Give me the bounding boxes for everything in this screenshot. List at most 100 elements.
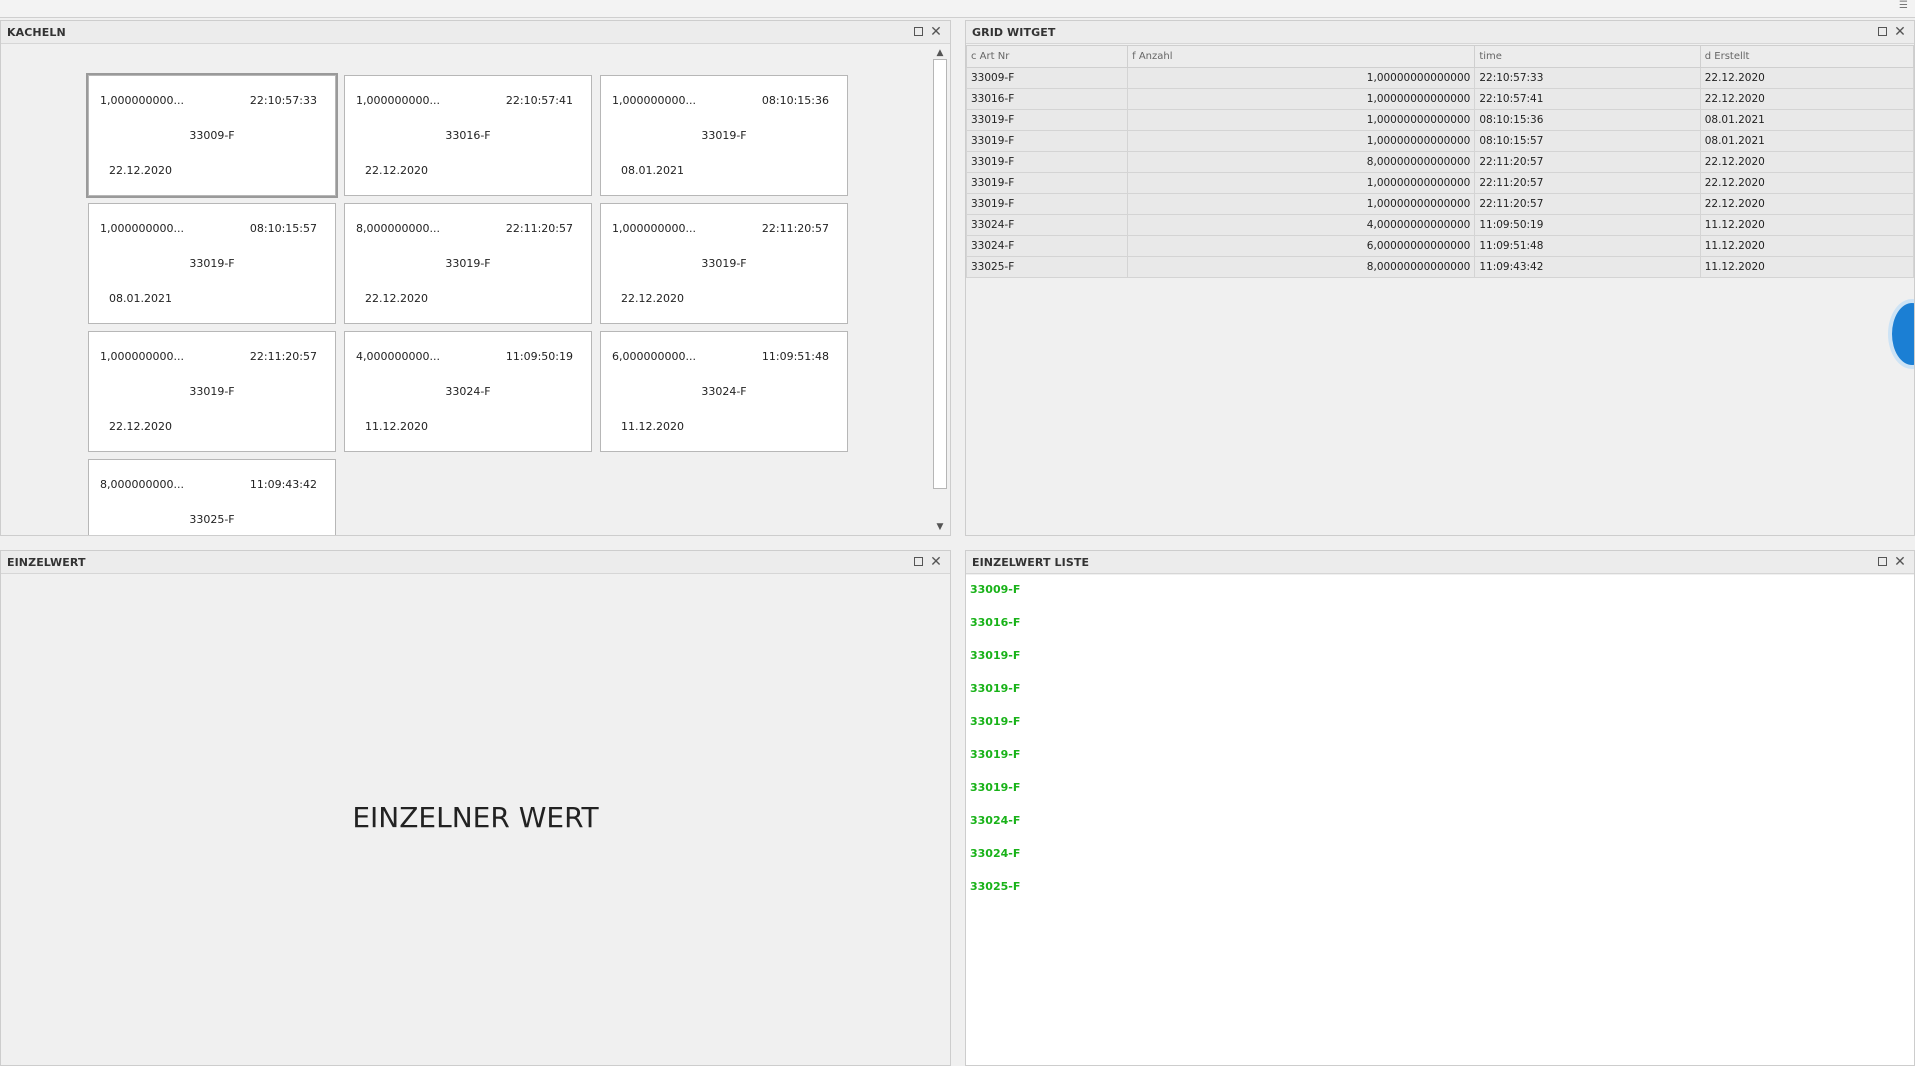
- column-header-art-nr[interactable]: c Art Nr: [966, 45, 1129, 68]
- maximize-icon[interactable]: [912, 556, 924, 568]
- tile-value: 1,000000000...: [100, 222, 184, 235]
- tile-time: 22:11:20:57: [761, 222, 829, 235]
- list-item[interactable]: 33019-F: [970, 715, 1020, 728]
- liste-header: EINZELWERT LISTE ✕: [966, 551, 1914, 574]
- tile-time: 08:10:15:57: [249, 222, 317, 235]
- vertical-scrollbar[interactable]: ▲ ▼: [932, 45, 948, 535]
- column-header-anzahl[interactable]: f Anzahl: [1127, 45, 1476, 68]
- tile[interactable]: 1,000000000... 08:10:15:57 33019-F 08.01.20…: [88, 203, 336, 324]
- cell-anzahl: 1,00000000000000: [1127, 88, 1476, 110]
- scroll-up-icon[interactable]: ▲: [934, 47, 946, 59]
- close-icon[interactable]: ✕: [930, 555, 942, 569]
- table-row[interactable]: 33024-F 6,00000000000000 11:09:51:48 11.12.…: [966, 235, 1914, 257]
- tile[interactable]: 8,000000000...11:09:43:4233025-F11.12.20…: [88, 459, 336, 535]
- tiles-area: 1,000000000... 22:10:57:33 33009-F 22.12.20…: [1, 45, 931, 535]
- cell-erstellt: 08.01.2021: [1699, 109, 1914, 131]
- table-row[interactable]: 33016-F 1,00000000000000 22:10:57:41 22.12.…: [966, 88, 1914, 110]
- cell-time: 22:11:20:57: [1474, 151, 1701, 173]
- list-item[interactable]: 33024-F: [970, 847, 1020, 860]
- tile-value: 8,000000000...: [356, 222, 440, 235]
- cell-time: 08:10:15:36: [1474, 109, 1701, 131]
- tile-date: 22.12.2020: [365, 292, 428, 305]
- tile-time: 11:09:50:19: [505, 350, 573, 363]
- list-item[interactable]: 33016-F: [970, 616, 1020, 629]
- tile-time: 08:10:15:36: [761, 94, 829, 107]
- menu-icon[interactable]: ☰: [1899, 1, 1911, 11]
- tile-time: 22:10:57:33: [249, 94, 317, 107]
- scroll-thumb[interactable]: [933, 59, 947, 489]
- column-header-erstellt[interactable]: d Erstellt: [1699, 45, 1914, 68]
- tile-value: 1,000000000...: [612, 94, 696, 107]
- tile-time: 22:11:20:57: [505, 222, 573, 235]
- tile-value: 1,000000000...: [612, 222, 696, 235]
- tile-date: 08.01.2021: [109, 292, 172, 305]
- table-row[interactable]: 33019-F 1,00000000000000 08:10:15:36 08.01.…: [966, 109, 1914, 131]
- list-item[interactable]: 33025-F: [970, 880, 1020, 893]
- list-item[interactable]: 33009-F: [970, 583, 1020, 596]
- cell-erstellt: 11.12.2020: [1699, 256, 1914, 278]
- liste-panel: EINZELWERT LISTE ✕ 33009-F 33016-F 33019-F…: [965, 550, 1915, 1066]
- cell-art-nr: 33024-F: [966, 214, 1129, 236]
- floating-action-button[interactable]: [1888, 299, 1914, 369]
- cell-anzahl: 8,00000000000000: [1127, 256, 1476, 278]
- grid-panel: GRID WITGET ✕ c Art Nr f Anzahl time d E…: [965, 20, 1915, 536]
- maximize-icon[interactable]: [1876, 26, 1888, 38]
- scroll-down-icon[interactable]: ▼: [934, 521, 946, 533]
- tile[interactable]: 8,000000000... 22:11:20:57 33019-F 22.12.20…: [344, 203, 592, 324]
- cell-time: 11:09:51:48: [1474, 235, 1701, 257]
- cell-erstellt: 11.12.2020: [1699, 214, 1914, 236]
- list-item[interactable]: 33019-F: [970, 682, 1020, 695]
- maximize-icon[interactable]: [1876, 556, 1888, 568]
- table-row[interactable]: 33019-F 1,00000000000000 22:11:20:57 22.12.…: [966, 172, 1914, 194]
- list-item[interactable]: 33019-F: [970, 781, 1020, 794]
- cell-time: 22:11:20:57: [1474, 193, 1701, 215]
- cell-art-nr: 33019-F: [966, 151, 1129, 173]
- cell-anzahl: 1,00000000000000: [1127, 172, 1476, 194]
- tile[interactable]: 1,000000000... 08:10:15:36 33019-F 08.01.20…: [600, 75, 848, 196]
- close-icon[interactable]: ✕: [1894, 555, 1906, 569]
- tile[interactable]: 4,000000000... 11:09:50:19 33024-F 11.12.20…: [344, 331, 592, 452]
- cell-anzahl: 1,00000000000000: [1127, 193, 1476, 215]
- grid-header-row: c Art Nr f Anzahl time d Erstellt: [966, 45, 1914, 68]
- tile-date: 11.12.2020: [365, 420, 428, 433]
- table-row[interactable]: 33025-F 8,00000000000000 11:09:43:42 11.12.…: [966, 256, 1914, 278]
- cell-erstellt: 11.12.2020: [1699, 235, 1914, 257]
- tile-value: 1,000000000...: [356, 94, 440, 107]
- cell-art-nr: 33016-F: [966, 88, 1129, 110]
- tile-art-nr: 33025-F: [189, 513, 235, 526]
- grid-header: GRID WITGET ✕: [966, 21, 1914, 44]
- maximize-icon[interactable]: [912, 26, 924, 38]
- table-row[interactable]: 33024-F 4,00000000000000 11:09:50:19 11.12.…: [966, 214, 1914, 236]
- cell-art-nr: 33019-F: [966, 193, 1129, 215]
- tile[interactable]: 1,000000000... 22:11:20:57 33019-F 22.12.20…: [600, 203, 848, 324]
- tile-value: 4,000000000...: [356, 350, 440, 363]
- tile-date: 22.12.2020: [109, 420, 172, 433]
- list-item[interactable]: 33019-F: [970, 649, 1020, 662]
- tile[interactable]: 6,000000000... 11:09:51:48 33024-F 11.12.20…: [600, 331, 848, 452]
- tile-art-nr: 33009-F: [189, 129, 235, 142]
- cell-time: 11:09:43:42: [1474, 256, 1701, 278]
- close-icon[interactable]: ✕: [930, 25, 942, 39]
- table-row[interactable]: 33019-F 8,00000000000000 22:11:20:57 22.12.…: [966, 151, 1914, 173]
- tile[interactable]: 1,000000000... 22:10:57:33 33009-F 22.12.20…: [86, 73, 338, 198]
- list-item[interactable]: 33019-F: [970, 748, 1020, 761]
- close-icon[interactable]: ✕: [1894, 25, 1906, 39]
- table-row[interactable]: 33019-F 1,00000000000000 22:11:20:57 22.12.…: [966, 193, 1914, 215]
- kacheln-header: KACHELN ✕: [1, 21, 950, 44]
- tile-value: 1,000000000...: [100, 350, 184, 363]
- cell-erstellt: 08.01.2021: [1699, 130, 1914, 152]
- table-row[interactable]: 33009-F 1,00000000000000 22:10:57:33 22.12.…: [966, 67, 1914, 89]
- cell-art-nr: 33019-F: [966, 172, 1129, 194]
- column-header-time[interactable]: time: [1474, 45, 1701, 68]
- tile-time: 11:09:51:48: [761, 350, 829, 363]
- tile[interactable]: 1,000000000... 22:10:57:41 33016-F 22.12.20…: [344, 75, 592, 196]
- tile-date: 08.01.2021: [621, 164, 684, 177]
- tile-time: 22:11:20:57: [249, 350, 317, 363]
- tile-art-nr: 33016-F: [445, 129, 491, 142]
- cell-anzahl: 8,00000000000000: [1127, 151, 1476, 173]
- table-row[interactable]: 33019-F 1,00000000000000 08:10:15:57 08.01.…: [966, 130, 1914, 152]
- tile[interactable]: 1,000000000... 22:11:20:57 33019-F 22.12.20…: [88, 331, 336, 452]
- einzelwert-panel: EINZELWERT ✕ EINZELNER WERT: [0, 550, 951, 1066]
- list-item[interactable]: 33024-F: [970, 814, 1020, 827]
- tile-date: 11.12.2020: [621, 420, 684, 433]
